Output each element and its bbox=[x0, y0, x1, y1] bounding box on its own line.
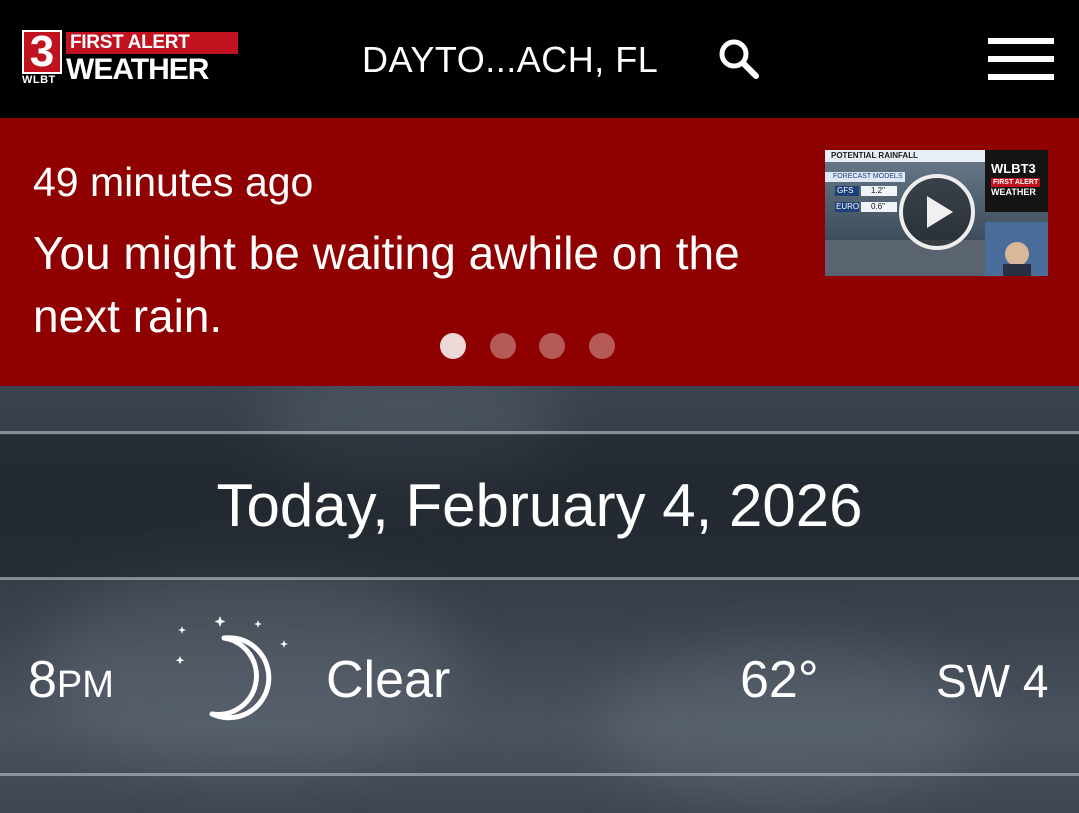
app-header: 3 WLBT FIRST ALERT WEATHER DAYTO...ACH, … bbox=[0, 0, 1079, 118]
video-row-value: 1.2" bbox=[871, 186, 885, 195]
weather-condition: Clear bbox=[326, 651, 451, 709]
search-icon[interactable] bbox=[716, 36, 762, 82]
video-graphic-subtitle: FORECAST MODELS bbox=[833, 173, 903, 180]
channel-number: 3 bbox=[29, 27, 55, 76]
hamburger-menu-icon[interactable] bbox=[986, 36, 1054, 82]
wind-reading: SW 4 bbox=[936, 655, 1049, 707]
location-selector[interactable]: DAYTO...ACH, FL bbox=[362, 38, 658, 82]
carousel-dot[interactable] bbox=[490, 333, 516, 359]
moon-stars-icon bbox=[172, 612, 292, 722]
carousel-dot[interactable] bbox=[539, 333, 565, 359]
call-letters: WLBT bbox=[22, 74, 56, 86]
forecast-date-heading: Today, February 4, 2026 bbox=[216, 472, 863, 539]
news-alert-banner[interactable]: 49 minutes ago You might be waiting awhi… bbox=[0, 118, 1079, 386]
divider bbox=[0, 773, 1079, 776]
carousel-indicators bbox=[440, 333, 620, 359]
temperature: 62° bbox=[740, 651, 819, 709]
alert-timestamp: 49 minutes ago bbox=[33, 159, 314, 205]
hourly-forecast-row[interactable]: 8PM bbox=[0, 580, 1079, 774]
weather-wordmark: WEATHER bbox=[66, 53, 209, 86]
station-logo[interactable]: 3 WLBT FIRST ALERT WEATHER bbox=[22, 27, 238, 86]
video-station-logo-wordmark: WEATHER bbox=[991, 187, 1036, 197]
channel-badge: 3 bbox=[22, 27, 62, 76]
carousel-dot[interactable] bbox=[589, 333, 615, 359]
video-row-label: GFS bbox=[837, 186, 854, 195]
carousel-dot[interactable] bbox=[440, 333, 466, 359]
forecast-hour: 8PM bbox=[28, 650, 114, 715]
video-row-value: 0.6" bbox=[871, 202, 885, 211]
video-row-label: EURO bbox=[836, 202, 860, 211]
hour-ampm: PM bbox=[56, 664, 114, 706]
video-thumbnail[interactable]: POTENTIAL RAINFALL FORECAST MODELS GFS 1… bbox=[825, 150, 1048, 276]
hour-number: 8 bbox=[28, 651, 57, 709]
video-graphic-title: POTENTIAL RAINFALL bbox=[831, 151, 918, 160]
divider bbox=[0, 431, 1079, 434]
first-alert-banner: FIRST ALERT bbox=[66, 32, 238, 54]
video-station-logo: WLBT3 bbox=[991, 161, 1036, 176]
video-station-logo-banner: FIRST ALERT bbox=[991, 178, 1041, 187]
alert-headline[interactable]: You might be waiting awhile on the next … bbox=[33, 222, 793, 348]
